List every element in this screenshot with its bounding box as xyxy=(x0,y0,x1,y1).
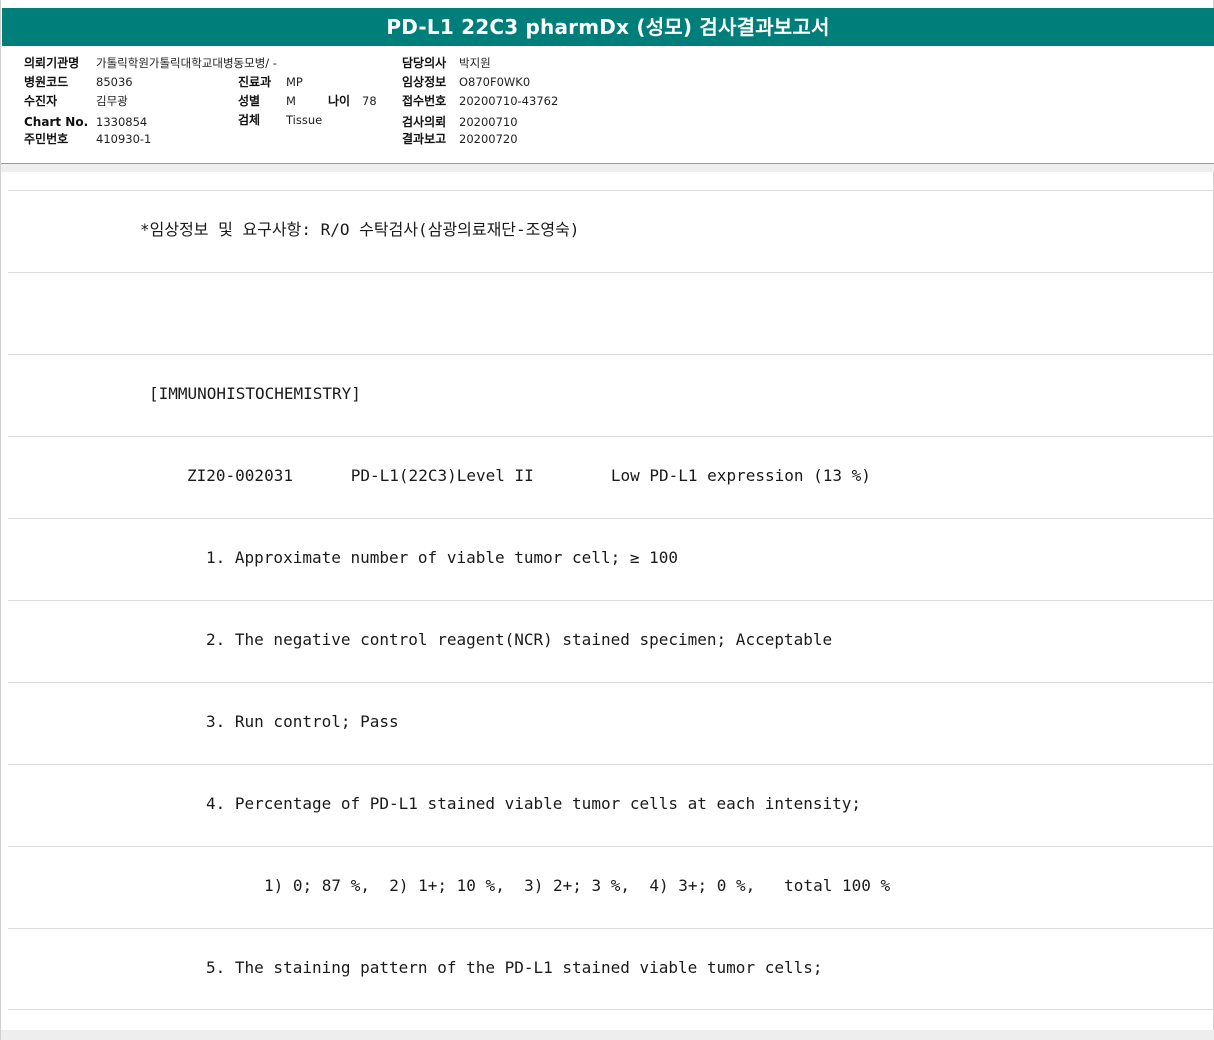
report-title: PD-L1 22C3 pharmDx (성모) 검사결과보고서 xyxy=(2,8,1214,46)
patient-info-header: 의뢰기관명 가톨릭학원가톨릭대학교대병동모병/ - 병원코드 85036 수진자… xyxy=(1,46,1214,164)
hospital-code-label: 병원코드 xyxy=(24,75,69,89)
finding-item: 4. Percentage of PD-L1 stained viable tu… xyxy=(206,794,862,813)
report-line: 5. The staining pattern of the PD-L1 sta… xyxy=(8,928,1214,1010)
specimen-value: Tissue xyxy=(286,113,323,127)
patient-name-label: 수진자 xyxy=(24,94,58,108)
specimen-label: 검체 xyxy=(238,113,261,127)
section-heading: [IMMUNOHISTOCHEMISTRY] xyxy=(149,384,361,403)
patient-name-value: 김무광 xyxy=(96,94,128,108)
result-date-value: 20200720 xyxy=(459,132,518,146)
rrn-value: 410930-1 xyxy=(96,132,152,146)
intensity-breakdown: 1) 0; 87 %, 2) 1+; 10 %, 3) 2+; 3 %, 4) … xyxy=(264,876,891,895)
finding-item: 3. Run control; Pass xyxy=(206,712,399,731)
request-date-value: 20200710 xyxy=(459,115,518,129)
report-body: *임상정보 및 요구사항: R/O 수탁검사(삼광의료재단-조영숙) [IMMU… xyxy=(8,190,1214,1010)
sex-label: 성별 xyxy=(238,94,261,108)
clinical-request-text: *임상정보 및 요구사항: R/O 수탁검사(삼광의료재단-조영숙) xyxy=(140,220,580,239)
institution-label: 의뢰기관명 xyxy=(24,56,80,70)
age-label: 나이 xyxy=(328,94,351,108)
header-divider-band xyxy=(1,164,1214,172)
report-line: 1) 0; 87 %, 2) 1+; 10 %, 3) 2+; 3 %, 4) … xyxy=(8,846,1214,928)
doctor-value: 박지원 xyxy=(459,56,491,70)
rrn-label: 주민번호 xyxy=(24,132,69,146)
result-date-label: 결과보고 xyxy=(402,132,447,146)
clinical-info-value: O870F0WK0 xyxy=(459,75,531,89)
chart-no-value: 1330854 xyxy=(96,115,148,129)
age-value: 78 xyxy=(362,94,377,108)
sex-value: M xyxy=(286,94,296,108)
report-page: PD-L1 22C3 pharmDx (성모) 검사결과보고서 의뢰기관명 가톨… xyxy=(0,0,1214,1040)
receipt-no-label: 접수번호 xyxy=(402,94,447,108)
request-date-label: 검사의뢰 xyxy=(402,115,447,129)
report-line: 2. The negative control reagent(NCR) sta… xyxy=(8,600,1214,682)
finding-item: 5. The staining pattern of the PD-L1 sta… xyxy=(206,958,823,977)
report-line: 1. Approximate number of viable tumor ce… xyxy=(8,518,1214,600)
report-line: 3. Run control; Pass xyxy=(8,682,1214,764)
clinical-info-label: 임상정보 xyxy=(402,75,447,89)
test-summary-line: ZI20-002031 PD-L1(22C3)Level II Low PD-L… xyxy=(187,466,871,485)
report-line: 4. Percentage of PD-L1 stained viable tu… xyxy=(8,764,1214,846)
report-line: [IMMUNOHISTOCHEMISTRY] xyxy=(8,354,1214,436)
report-line xyxy=(8,272,1214,354)
doctor-label: 담당의사 xyxy=(402,56,447,70)
dept-label: 진료과 xyxy=(238,75,272,89)
institution-value: 가톨릭학원가톨릭대학교대병동모병/ - xyxy=(96,56,277,70)
finding-item: 2. The negative control reagent(NCR) sta… xyxy=(206,630,833,649)
report-line: *임상정보 및 요구사항: R/O 수탁검사(삼광의료재단-조영숙) xyxy=(8,190,1214,272)
chart-no-label: Chart No. xyxy=(24,115,89,129)
report-line: ZI20-002031 PD-L1(22C3)Level II Low PD-L… xyxy=(8,436,1214,518)
finding-item: 1. Approximate number of viable tumor ce… xyxy=(206,548,679,567)
receipt-no-value: 20200710-43762 xyxy=(459,94,559,108)
footer-band xyxy=(1,1030,1214,1040)
hospital-code-value: 85036 xyxy=(96,75,133,89)
dept-value: MP xyxy=(286,75,303,89)
